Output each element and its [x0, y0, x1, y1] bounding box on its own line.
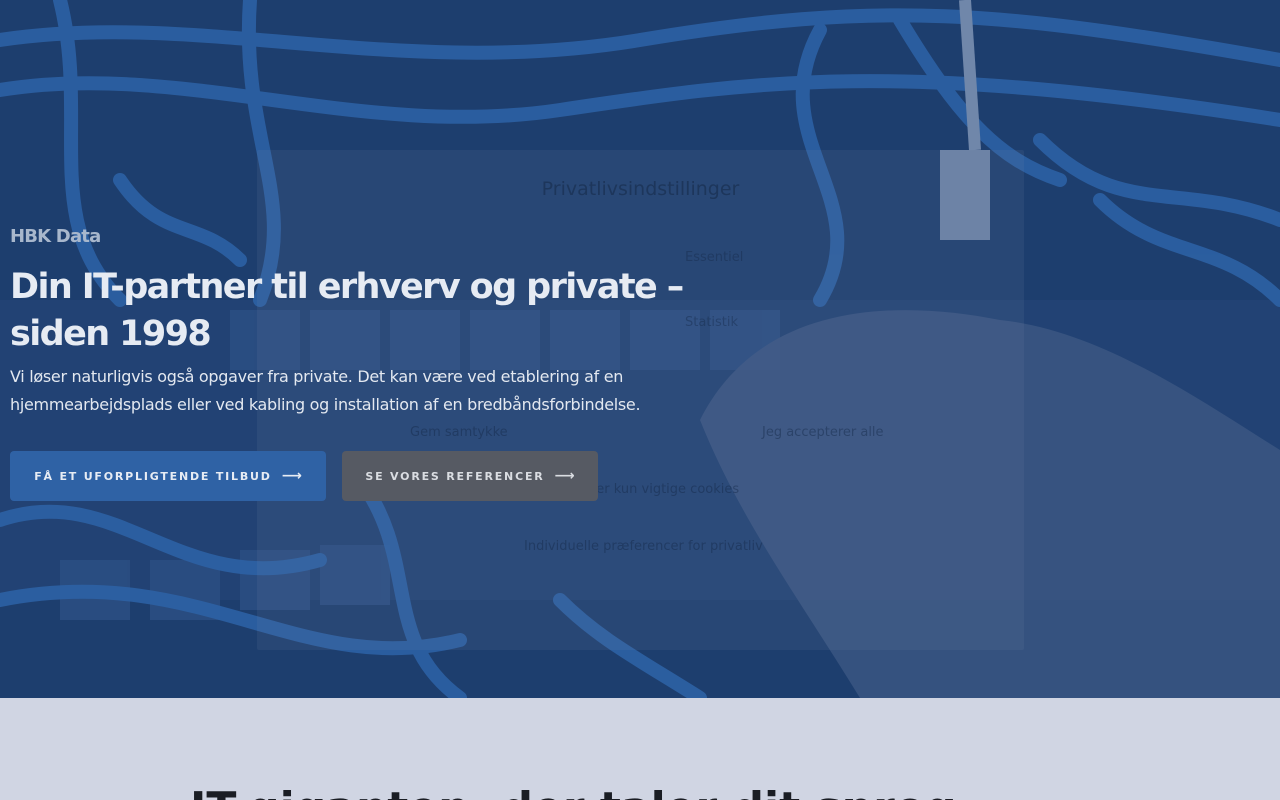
get-quote-button[interactable]: Få et uforpligtende tilbud ⟶: [10, 451, 326, 501]
arrow-right-icon: ⟶: [281, 468, 302, 484]
arrow-right-icon: ⟶: [554, 468, 575, 484]
accept-all-button[interactable]: Jeg accepterer alle: [762, 425, 884, 440]
see-references-button[interactable]: Se vores referencer ⟶: [342, 451, 598, 501]
see-references-label: Se vores referencer: [365, 469, 545, 483]
hero-content: HBK Data Din IT-partner til erhverv og p…: [10, 222, 710, 419]
hero-lead-text: Vi løser naturligvis også opgaver fra pr…: [10, 367, 641, 414]
hero-headline: Din IT-partner til erhverv og private – …: [10, 267, 684, 354]
hero-section: Privatlivsindstillinger Essentiel Statis…: [0, 0, 1280, 698]
individual-preferences-link[interactable]: Individuelle præferencer for privatliv: [524, 539, 763, 554]
intro-heading: IT-giganten, der taler dit sprog: [190, 784, 1190, 800]
intro-section: IT-giganten, der taler dit sprog: [0, 698, 1280, 800]
hero-cta-row: Få et uforpligtende tilbud ⟶ Se vores re…: [10, 451, 598, 501]
brand-eyebrow: HBK Data: [10, 226, 101, 247]
save-consent-button[interactable]: Gem samtykke: [410, 425, 508, 440]
privacy-title: Privatlivsindstillinger: [541, 178, 740, 200]
get-quote-label: Få et uforpligtende tilbud: [34, 469, 272, 483]
